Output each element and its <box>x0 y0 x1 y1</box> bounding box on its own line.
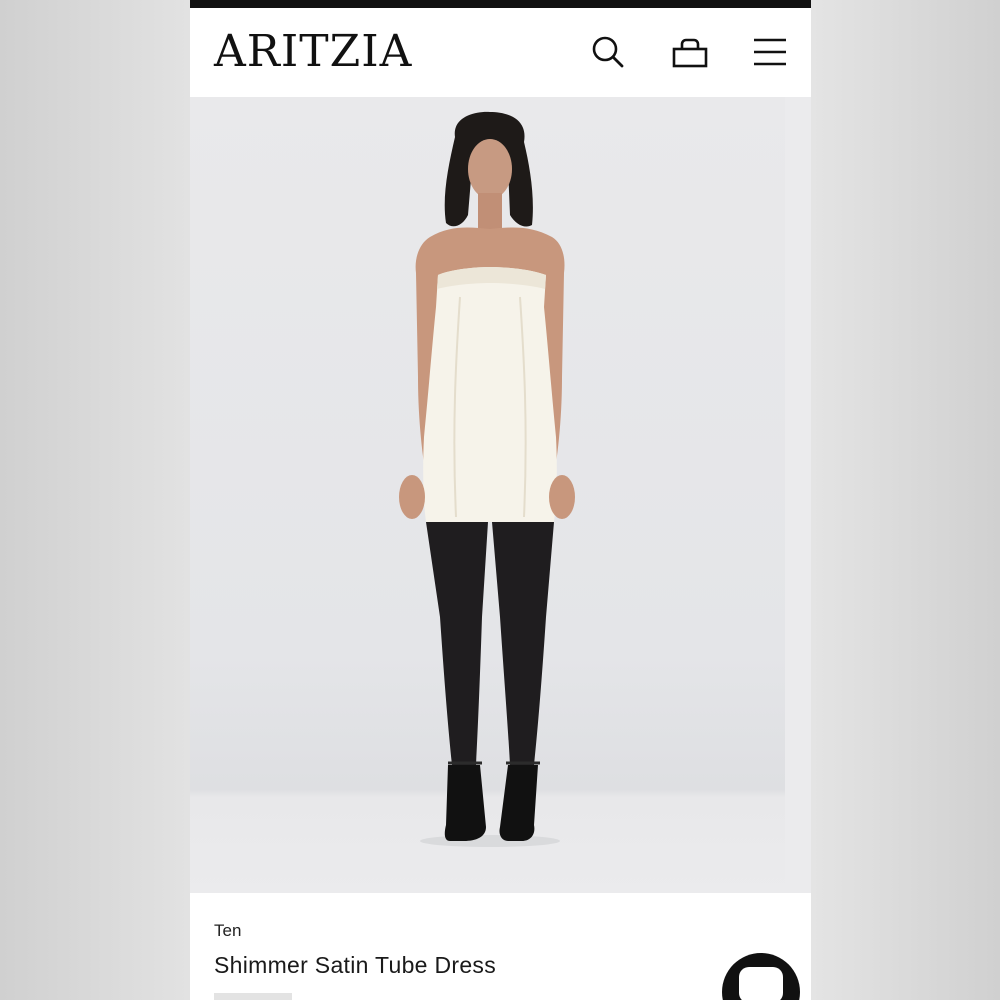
chat-button[interactable] <box>722 953 800 1000</box>
chat-icon <box>739 967 783 1000</box>
product-info: Ten Shimmer Satin Tube Dress <box>190 893 811 1000</box>
menu-button[interactable] <box>750 32 790 72</box>
model-figure <box>399 111 575 847</box>
search-icon <box>592 36 624 68</box>
background-left <box>0 0 190 1000</box>
status-bar-strip <box>190 0 811 8</box>
menu-icon <box>754 38 786 66</box>
price-placeholder <box>214 993 292 1000</box>
background-right <box>810 0 1000 1000</box>
product-hero-image[interactable] <box>190 97 811 893</box>
site-header: ARITZIA <box>190 8 811 97</box>
search-button[interactable] <box>588 32 628 72</box>
product-brand[interactable]: Ten <box>214 921 241 941</box>
shopping-bag-icon <box>672 38 708 68</box>
shopping-bag-button[interactable] <box>670 32 710 72</box>
phone-screen: ARITZIA Ten Shimmer Satin Tube Dress <box>190 0 811 1000</box>
brand-logo[interactable]: ARITZIA <box>214 25 412 79</box>
product-name[interactable]: Shimmer Satin Tube Dress <box>214 952 496 979</box>
